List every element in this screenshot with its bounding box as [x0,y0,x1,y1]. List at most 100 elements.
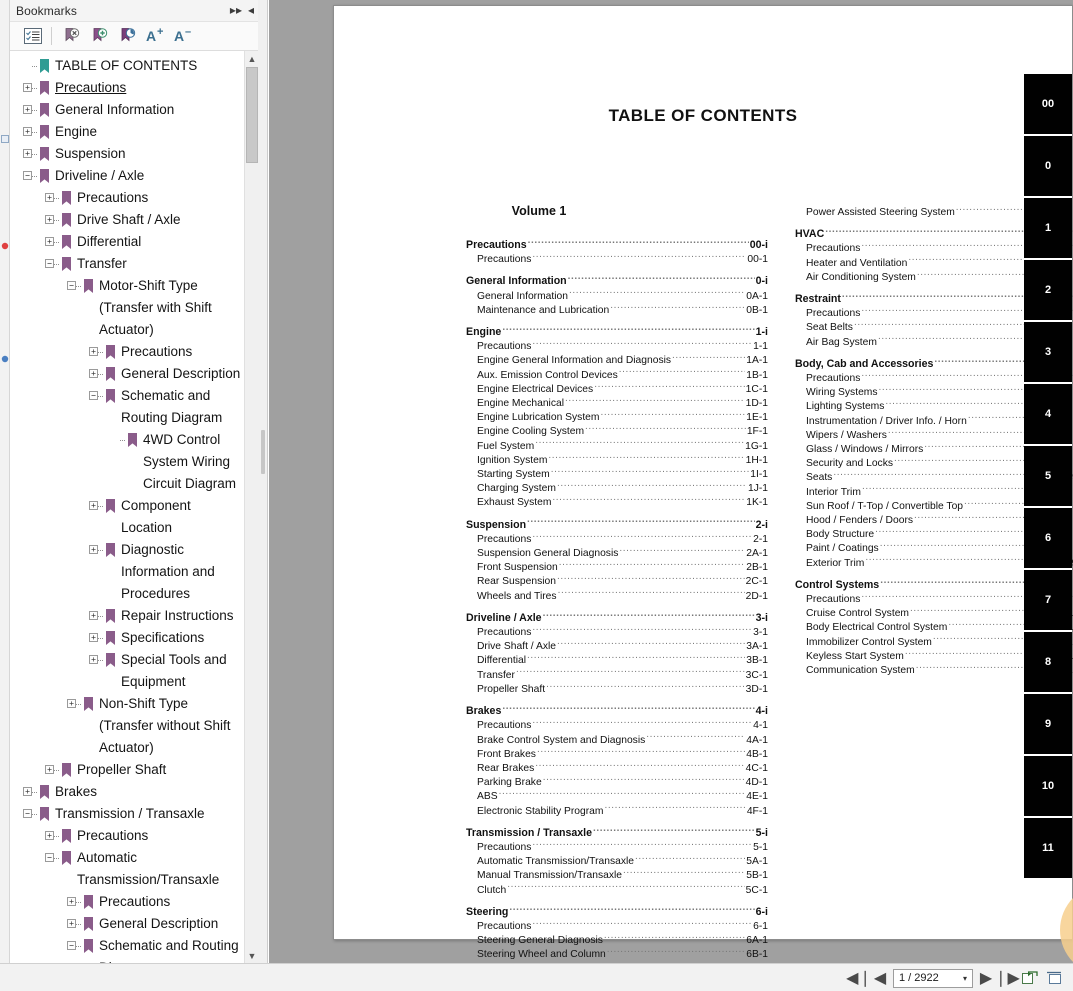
bookmark-item[interactable]: + General Description [10,363,244,385]
bookmark-item[interactable]: + Precautions [10,187,244,209]
expand-icon[interactable]: + [89,347,98,356]
toc-subsection-entry[interactable]: Precautions 1-1 [466,339,768,353]
bookmark-label[interactable]: Precautions [52,77,244,99]
bookmark-label[interactable]: Motor-Shift Type (Transfer with Shift Ac… [96,275,244,341]
bookmarks-scrollbar[interactable]: ▲ ▼ [244,51,258,963]
thumb-index-tab[interactable]: 8 [1024,632,1072,694]
toc-subsection-entry[interactable]: Precautions 2-1 [466,532,768,546]
bookmark-toggle-cell[interactable]: + [86,495,103,517]
bookmark-toggle-cell[interactable]: + [64,693,81,715]
expand-icon[interactable]: + [45,237,54,246]
toc-subsection-entry[interactable]: Front Brakes 4B-1 [466,747,768,761]
toc-subsection-entry[interactable]: Manual Transmission/Transaxle 5B-1 [466,868,768,882]
bookmark-toggle-cell[interactable]: + [86,539,103,561]
bookmark-label[interactable]: 4WD Control System Wiring Circuit Diagra… [140,429,244,495]
toc-subsection-entry[interactable]: Engine Lubrication System 1E-1 [466,410,768,424]
toc-subsection-entry[interactable]: Engine Cooling System 1F-1 [466,424,768,438]
toc-subsection-entry[interactable]: Aux. Emission Control Devices 1B-1 [466,368,768,382]
expand-icon[interactable]: + [89,633,98,642]
bookmark-item[interactable]: + Brakes [10,781,244,803]
bookmark-toggle-cell[interactable]: − [20,803,37,825]
toc-subsection-entry[interactable]: Engine Electrical Devices 1C-1 [466,382,768,396]
bookmark-toggle-cell[interactable]: + [42,209,59,231]
bookmark-label[interactable]: Non-Shift Type (Transfer without Shift A… [96,693,244,759]
bookmark-item[interactable]: + General Description [10,913,244,935]
toc-section-entry[interactable]: Transmission / Transaxle 5-i [466,826,768,840]
bookmark-item[interactable]: + General Information [10,99,244,121]
toc-subsection-entry[interactable]: Precautions 6-1 [466,919,768,933]
toc-subsection-entry[interactable]: Clutch 5C-1 [466,883,768,897]
increase-text-size-icon[interactable]: A + [142,24,170,48]
bookmark-toggle-cell[interactable]: + [64,891,81,913]
scroll-up-arrow-icon[interactable]: ▲ [245,51,258,66]
bookmark-label[interactable]: Precautions [74,825,244,847]
bookmark-label[interactable]: Driveline / Axle [52,165,244,187]
bookmark-toggle-cell[interactable]: + [86,341,103,363]
expand-icon[interactable]: + [89,545,98,554]
toc-subsection-entry[interactable]: Charging System 1J-1 [466,481,768,495]
toc-section-entry[interactable]: Suspension 2-i [466,518,768,532]
expand-icon[interactable]: + [89,369,98,378]
expand-icon[interactable]: + [45,193,54,202]
bookmark-toggle-cell[interactable]: + [86,363,103,385]
delete-bookmark-icon[interactable] [58,24,86,48]
expand-icon[interactable]: + [23,149,32,158]
collapse-icon[interactable]: − [45,259,54,268]
expand-icon[interactable]: + [67,919,76,928]
bookmark-toggle-cell[interactable]: + [20,77,37,99]
bookmark-item[interactable]: − Automatic Transmission/Transaxle [10,847,244,891]
expand-icon[interactable]: + [67,897,76,906]
bookmark-toggle-cell[interactable]: + [42,759,59,781]
next-page-icon[interactable]: ▶ [978,968,994,988]
expand-icon[interactable]: + [23,787,32,796]
toc-subsection-entry[interactable]: Transfer 3C-1 [466,668,768,682]
rail-icon-thumbnails[interactable] [1,130,9,143]
bookmark-item[interactable]: − Transmission / Transaxle [10,803,244,825]
bookmark-toggle-cell[interactable]: − [20,165,37,187]
toc-section-entry[interactable]: General Information 0-i [466,274,768,288]
toc-subsection-entry[interactable]: Rear Brakes 4C-1 [466,761,768,775]
bookmark-item[interactable]: + Specifications [10,627,244,649]
thumb-index-tab[interactable]: 4 [1024,384,1072,446]
thumb-index-tab[interactable]: 0 [1024,136,1072,198]
thumb-index-tab[interactable]: 7 [1024,570,1072,632]
bookmark-toggle-cell[interactable]: + [42,825,59,847]
toc-subsection-entry[interactable]: Front Suspension 2B-1 [466,560,768,574]
bookmark-label[interactable]: Transmission / Transaxle [52,803,244,825]
bookmark-label[interactable]: Repair Instructions [118,605,244,627]
edit-bookmark-icon[interactable] [114,24,142,48]
bookmark-label[interactable]: Propeller Shaft [74,759,244,781]
toc-subsection-entry[interactable]: Engine Mechanical 1D-1 [466,396,768,410]
expand-icon[interactable]: + [23,127,32,136]
toc-subsection-entry[interactable]: Exhaust System 1K-1 [466,495,768,509]
scroll-down-arrow-icon[interactable]: ▼ [245,948,258,963]
bookmark-list-icon[interactable] [19,24,47,48]
thumb-index-tab[interactable]: 6 [1024,508,1072,570]
bookmark-item[interactable]: − Schematic and Routing Diagram [10,935,244,963]
bookmark-label[interactable]: Precautions [96,891,244,913]
bookmark-item[interactable]: + Component Location [10,495,244,539]
section-thumb-index[interactable]: 00 0 1 2 3 4 5 6 7 8 9 10 11 [1024,74,1072,882]
bookmark-label[interactable]: Specifications [118,627,244,649]
expand-icon[interactable]: + [45,831,54,840]
bookmark-label[interactable]: Special Tools and Equipment [118,649,244,693]
bookmark-item[interactable]: + Precautions [10,825,244,847]
toc-subsection-entry[interactable]: Propeller Shaft 3D-1 [466,682,768,696]
bookmark-label[interactable]: Diagnostic Information and Procedures [118,539,244,605]
bookmark-label[interactable]: Brakes [52,781,244,803]
fit-page-icon[interactable] [1020,968,1040,988]
collapse-icon[interactable]: − [23,171,32,180]
toc-subsection-entry[interactable]: Rear Suspension 2C-1 [466,574,768,588]
toc-subsection-entry[interactable]: Precautions 3-1 [466,625,768,639]
thumb-index-tab[interactable]: 2 [1024,260,1072,322]
bookmark-toggle-cell[interactable]: + [20,781,37,803]
toc-subsection-entry[interactable]: Steering General Diagnosis 6A-1 [466,933,768,947]
rail-icon-annotation[interactable] [1,237,9,250]
bookmark-toggle-cell[interactable]: + [86,605,103,627]
bookmark-item[interactable]: + Diagnostic Information and Procedures [10,539,244,605]
thumb-index-tab[interactable]: 1 [1024,198,1072,260]
scrollbar-thumb[interactable] [246,67,258,163]
collapse-all-icon[interactable]: ▸▸ [230,2,242,18]
expand-icon[interactable]: + [45,215,54,224]
previous-page-icon[interactable]: ◀ [872,968,888,988]
